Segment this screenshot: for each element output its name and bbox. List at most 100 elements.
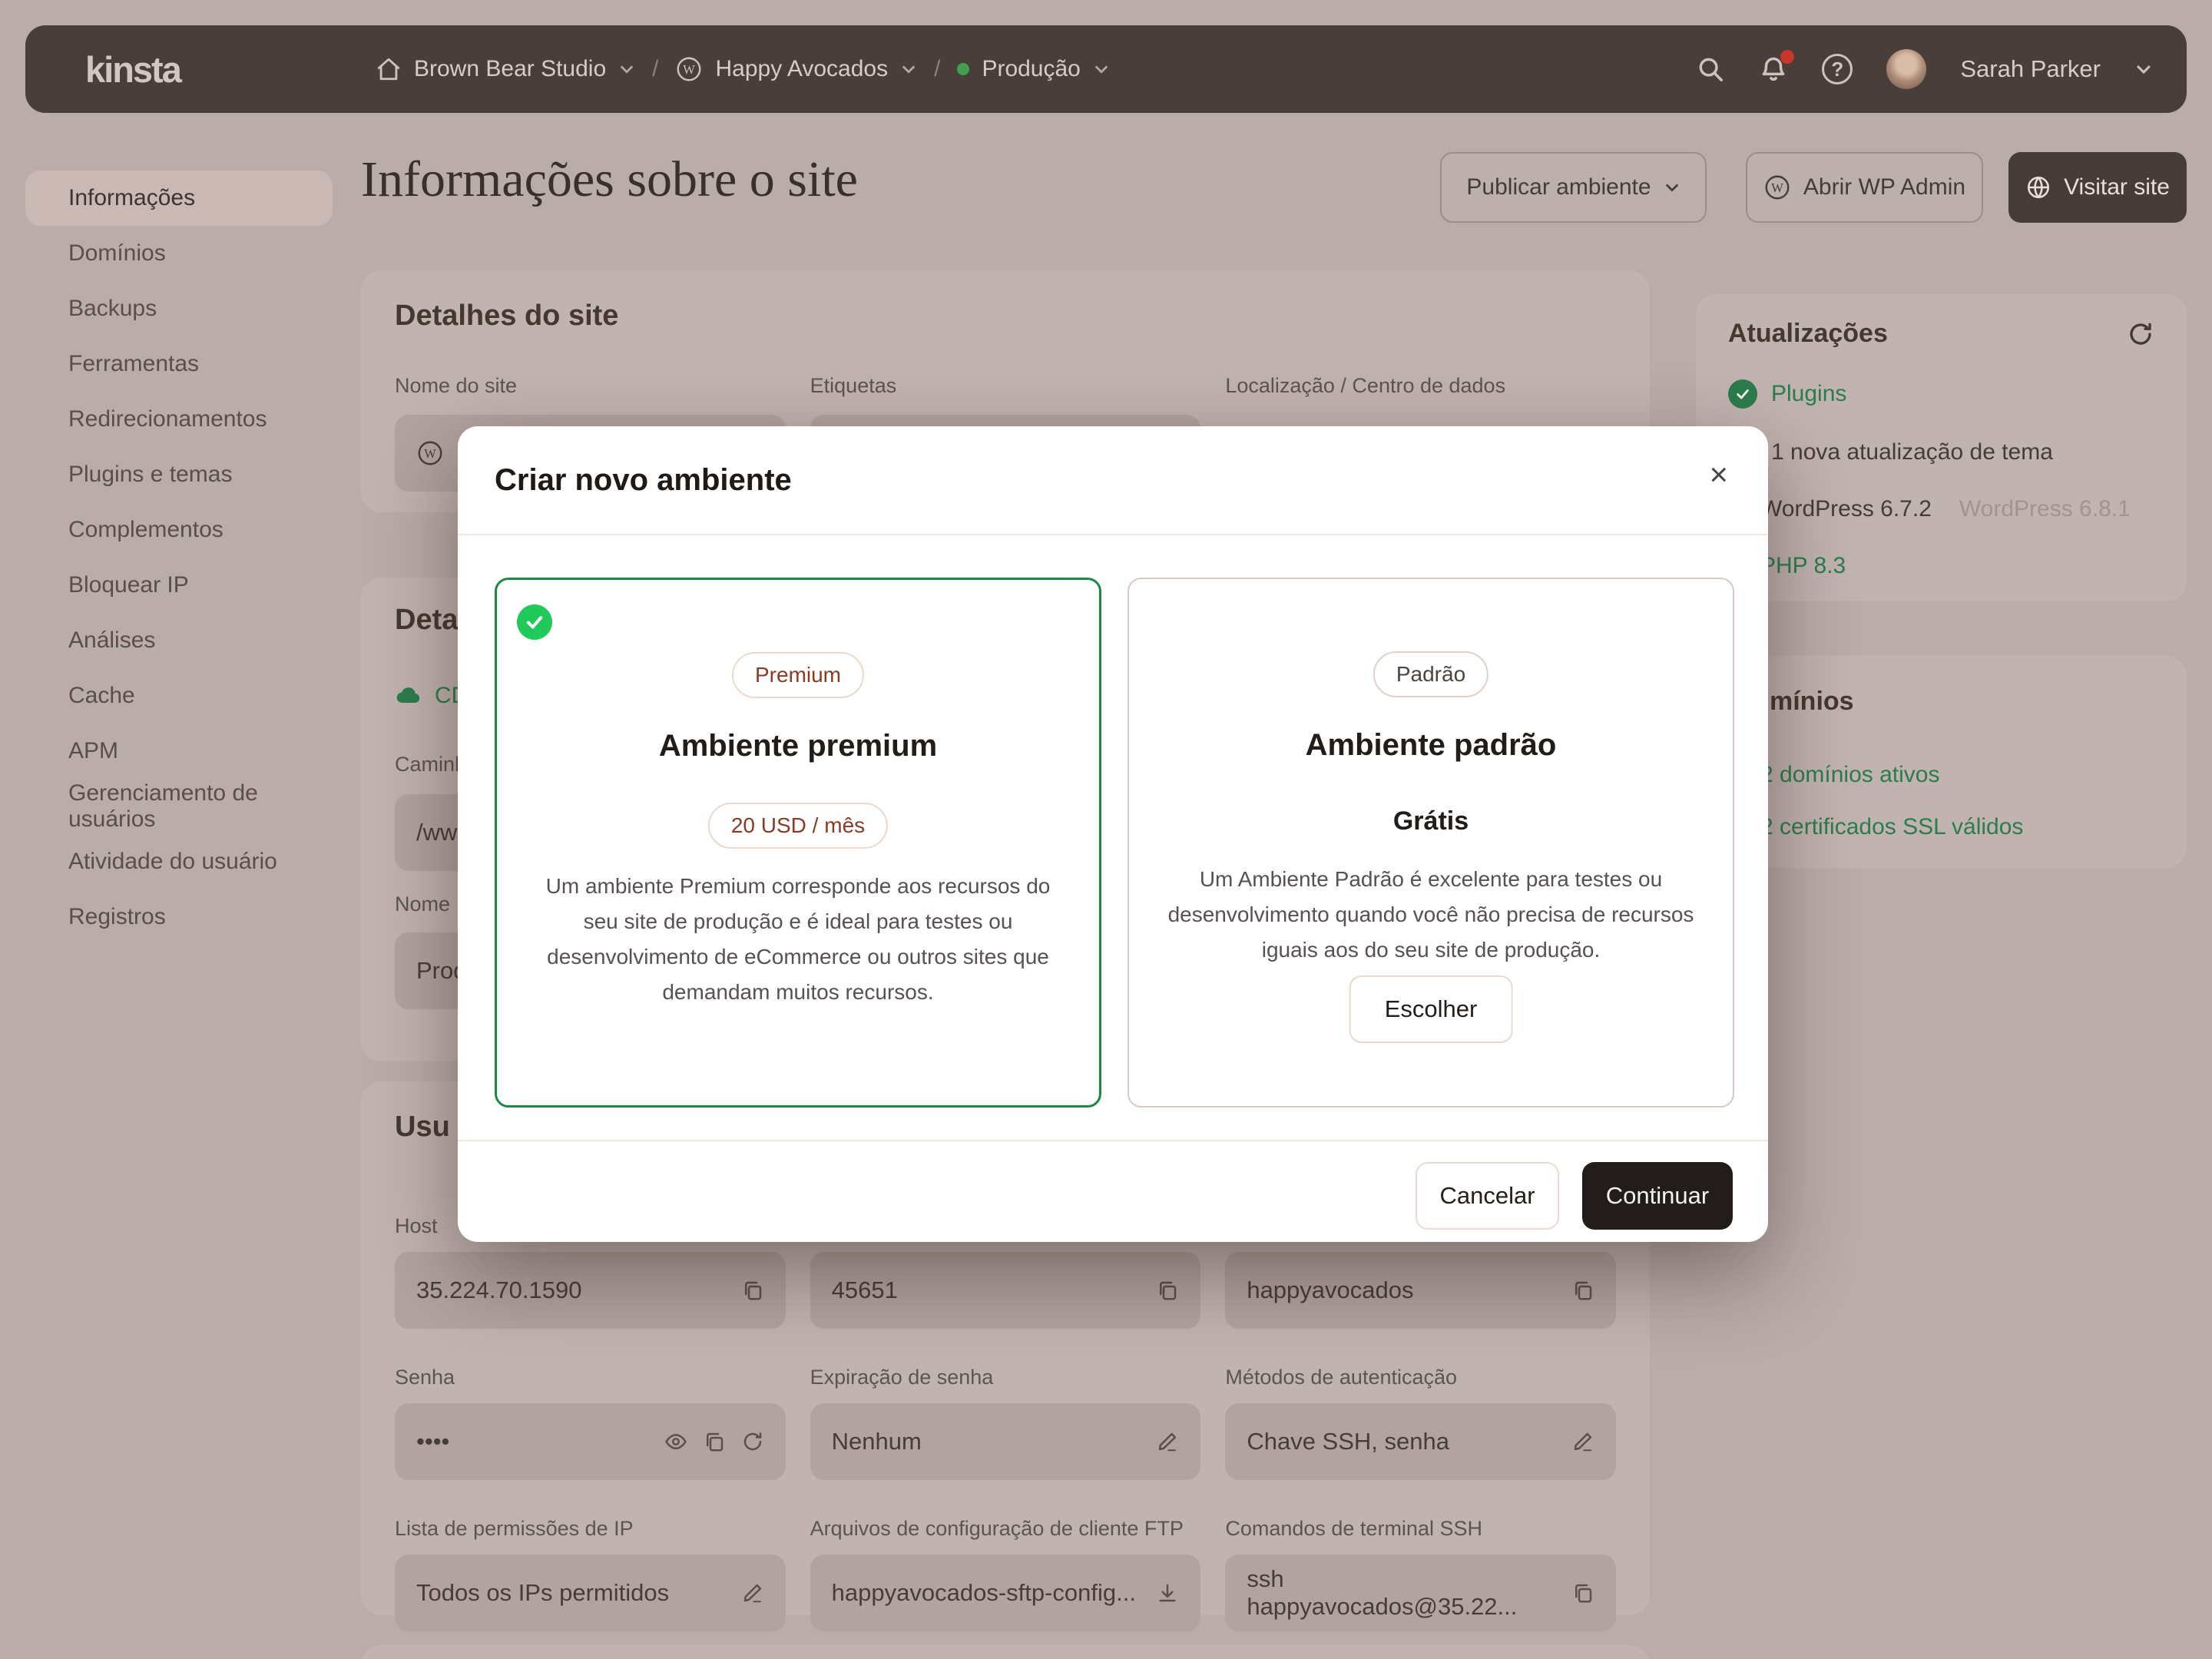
- sidebar-item-complementos[interactable]: Complementos: [25, 502, 333, 558]
- field-value: ••••: [416, 1428, 649, 1455]
- field-input[interactable]: 45651: [810, 1252, 1201, 1329]
- sidebar-item-plugins-e-temas[interactable]: Plugins e temas: [25, 447, 333, 502]
- visit-site-label: Visitar site: [2064, 174, 2170, 200]
- field-input[interactable]: Todos os IPs permitidos: [395, 1555, 786, 1631]
- field-value: Chave SSH, senha: [1247, 1428, 1556, 1455]
- updates-item[interactable]: WordPress 6.7.2WordPress 6.8.1: [1696, 496, 2187, 522]
- edit-icon[interactable]: [1156, 1430, 1179, 1453]
- sidebar-item-redirecionamentos[interactable]: Redirecionamentos: [25, 392, 333, 447]
- standard-plan-title: Ambiente padrão: [1129, 728, 1733, 763]
- breadcrumb: Brown Bear Studio / W Happy Avocados / P…: [376, 55, 1110, 83]
- download-icon[interactable]: [1156, 1581, 1179, 1604]
- wordpress-icon: W: [1763, 174, 1791, 201]
- open-wp-admin-label: Abrir WP Admin: [1803, 174, 1965, 200]
- sidebar-item-atividade-do-usu-rio[interactable]: Atividade do usuário: [25, 834, 333, 889]
- sidebar-item-bloquear-ip[interactable]: Bloquear IP: [25, 558, 333, 613]
- edit-icon[interactable]: [741, 1581, 764, 1604]
- breadcrumb-company[interactable]: Brown Bear Studio: [376, 56, 635, 82]
- premium-badge: Premium: [732, 652, 864, 698]
- domains-item[interactable]: 2 domínios ativos: [1696, 762, 2187, 788]
- help-icon[interactable]: ?: [1822, 54, 1853, 84]
- breadcrumb-site[interactable]: W Happy Avocados: [675, 55, 917, 83]
- updates-item-label: WordPress 6.7.2: [1760, 496, 1932, 522]
- updates-title: Atualizações: [1728, 319, 1888, 349]
- sidebar-item-cache[interactable]: Cache: [25, 668, 333, 724]
- chevron-down-icon[interactable]: [2134, 60, 2153, 78]
- domains-item-label: 2 certificados SSL válidos: [1760, 814, 2023, 840]
- wordpress-icon: W: [675, 55, 703, 83]
- copy-icon[interactable]: [703, 1430, 726, 1453]
- eye-icon[interactable]: [664, 1430, 687, 1453]
- modal-footer-divider: [458, 1140, 1768, 1141]
- updates-item[interactable]: Plugins: [1696, 379, 2187, 409]
- notifications-bell-icon[interactable]: [1759, 55, 1788, 84]
- premium-plan-title: Ambiente premium: [497, 729, 1099, 763]
- field-input[interactable]: 35.224.70.1590: [395, 1252, 786, 1329]
- cancel-button[interactable]: Cancelar: [1416, 1162, 1559, 1230]
- updates-item[interactable]: PHP 8.3: [1696, 553, 2187, 579]
- avatar[interactable]: [1886, 49, 1926, 89]
- svg-text:W: W: [1771, 180, 1783, 195]
- field-input[interactable]: ssh happyavocados@35.22...: [1225, 1555, 1616, 1631]
- field-label: Métodos de autenticação: [1225, 1366, 1616, 1389]
- publish-environment-button[interactable]: Publicar ambiente: [1440, 152, 1707, 223]
- sidebar-item-gerenciamento-de-usu-rios[interactable]: Gerenciamento de usuários: [25, 779, 333, 834]
- refresh-icon[interactable]: [741, 1430, 764, 1453]
- sidebar-item-ferramentas[interactable]: Ferramentas: [25, 336, 333, 392]
- domains-item[interactable]: 2 certificados SSL válidos: [1696, 814, 2187, 840]
- copy-icon[interactable]: [1571, 1279, 1594, 1302]
- field-actions: [1571, 1279, 1594, 1302]
- breadcrumb-site-label: Happy Avocados: [715, 56, 888, 82]
- breadcrumb-environment-label: Produção: [982, 56, 1080, 82]
- field-actions: [1571, 1430, 1594, 1453]
- field-input[interactable]: happyavocados: [1225, 1252, 1616, 1329]
- sidebar-item-informacoes[interactable]: Informações: [25, 171, 333, 226]
- refresh-icon[interactable]: [2127, 320, 2154, 348]
- premium-plan-card[interactable]: Premium Ambiente premium 20 USD / mês Um…: [495, 578, 1101, 1108]
- domains-item-label: 2 domínios ativos: [1760, 762, 1939, 788]
- field-input[interactable]: happyavocados-sftp-config...: [810, 1555, 1201, 1631]
- field-input[interactable]: Chave SSH, senha: [1225, 1403, 1616, 1480]
- sidebar-item-registros[interactable]: Registros: [25, 889, 333, 945]
- publish-environment-label: Publicar ambiente: [1466, 174, 1651, 200]
- field-input[interactable]: ••••: [395, 1403, 786, 1480]
- top-navbar: kinsta Brown Bear Studio / W Happy Avoca…: [25, 25, 2187, 113]
- check-circle-icon: [1728, 379, 1757, 409]
- globe-icon: [2025, 174, 2051, 200]
- choose-button[interactable]: Escolher: [1349, 975, 1513, 1043]
- copy-icon[interactable]: [1156, 1279, 1179, 1302]
- breadcrumb-environment[interactable]: Produção: [957, 56, 1109, 82]
- standard-plan-description: Um Ambiente Padrão é excelente para test…: [1164, 862, 1698, 968]
- field-input[interactable]: Nenhum: [810, 1403, 1201, 1480]
- breadcrumb-separator: /: [652, 56, 658, 82]
- continue-button[interactable]: Continuar: [1582, 1162, 1733, 1230]
- sidebar-item-an-lises[interactable]: Análises: [25, 613, 333, 668]
- standard-plan-card[interactable]: Padrão Ambiente padrão Grátis Um Ambient…: [1128, 578, 1734, 1108]
- tags-label: Etiquetas: [810, 374, 1201, 398]
- field-actions: [741, 1581, 764, 1604]
- updates-item[interactable]: 1 nova atualização de tema: [1696, 439, 2187, 465]
- search-icon[interactable]: [1696, 55, 1725, 84]
- field-label: Comandos de terminal SSH: [1225, 1517, 1616, 1541]
- sidebar-item-backups[interactable]: Backups: [25, 281, 333, 336]
- field-actions: [1156, 1581, 1179, 1604]
- selected-check-icon: [517, 604, 552, 640]
- location-label: Localização / Centro de dados: [1225, 374, 1616, 398]
- environment-status-dot: [957, 63, 969, 75]
- copy-icon[interactable]: [741, 1279, 764, 1302]
- sidebar-nav: InformaçõesDomíniosBackupsFerramentasRed…: [25, 171, 333, 945]
- open-wp-admin-button[interactable]: W Abrir WP Admin: [1746, 152, 1983, 223]
- breadcrumb-separator: /: [934, 56, 940, 82]
- sidebar-item-apm[interactable]: APM: [25, 724, 333, 779]
- modal-title: Criar novo ambiente: [495, 463, 792, 498]
- field-actions: [1156, 1430, 1179, 1453]
- premium-price-badge: 20 USD / mês: [708, 803, 888, 849]
- edit-icon[interactable]: [1571, 1430, 1594, 1453]
- copy-icon[interactable]: [1571, 1581, 1594, 1604]
- close-icon[interactable]: ×: [1709, 459, 1728, 491]
- field-value: happyavocados: [1247, 1277, 1556, 1304]
- page-title: Informações sobre o site: [361, 151, 858, 209]
- page-root: kinsta Brown Bear Studio / W Happy Avoca…: [0, 0, 2212, 1659]
- visit-site-button[interactable]: Visitar site: [2008, 152, 2187, 223]
- sidebar-item-dom-nios[interactable]: Domínios: [25, 226, 333, 281]
